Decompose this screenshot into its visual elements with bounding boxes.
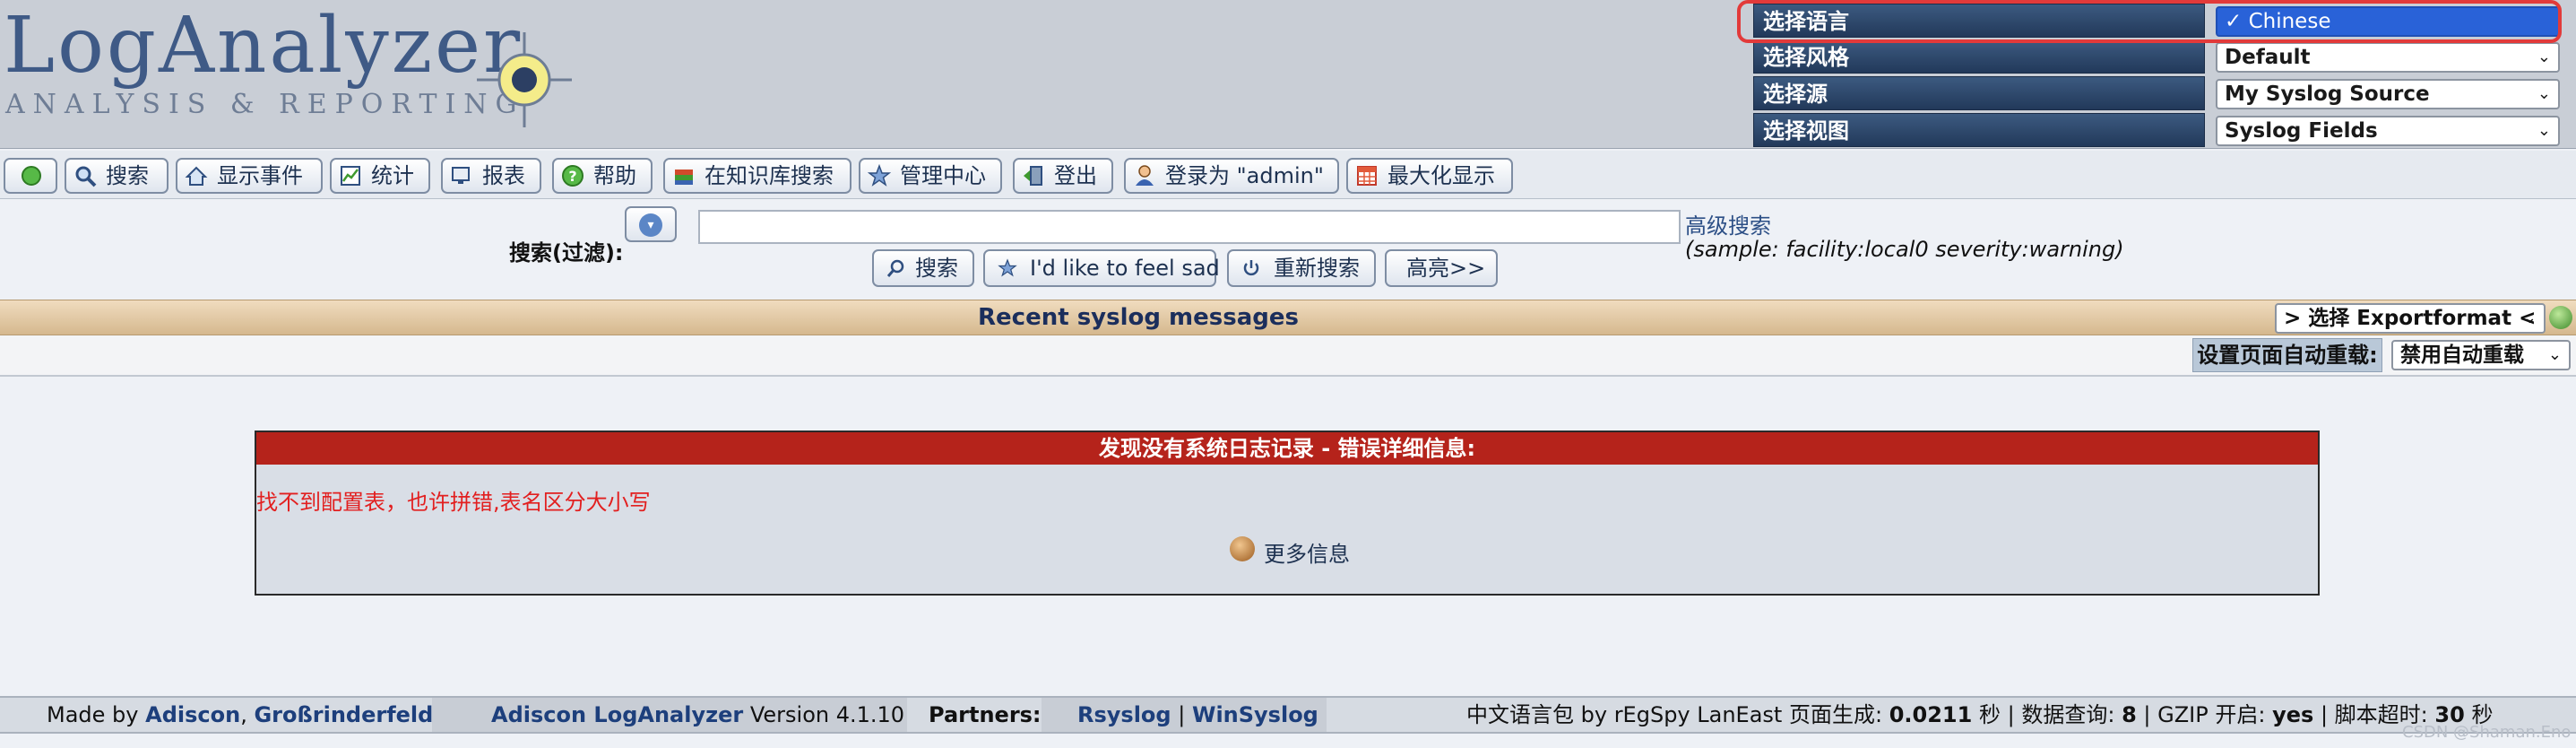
view-select[interactable]: Syslog Fields ⌄ xyxy=(2216,116,2560,146)
header: LogAnalyzer ANALYSIS & REPORTING 选择语言 ✓ … xyxy=(0,0,2576,149)
knowledge-base-search-button[interactable]: 在知识库搜索 xyxy=(663,158,851,194)
search-input[interactable] xyxy=(698,210,1681,244)
recent-messages-bar: Recent syslog messages > 选择 Exportformat… xyxy=(0,300,2576,335)
export-icon[interactable] xyxy=(2549,306,2572,329)
watermark: CSDN @Shaman.Eno xyxy=(2402,723,2572,742)
advanced-search-link[interactable]: 高级搜索 xyxy=(1685,208,1771,239)
db-query-count: 8 xyxy=(2122,702,2137,727)
footer-made-by: Made by Adiscon, Großrinderfeld xyxy=(47,702,434,727)
view-label: 选择视图 xyxy=(1753,113,2205,147)
star-icon xyxy=(998,258,1017,277)
style-selected-value: Default xyxy=(2225,46,2311,69)
footer-partners: Rsyslog | WinSyslog xyxy=(1042,698,1327,732)
source-select[interactable]: My Syslog Source ⌄ xyxy=(2216,79,2560,109)
export-format-value: > 选择 Exportformat < xyxy=(2284,307,2537,330)
auto-reload-label: 设置页面自动重载: xyxy=(2192,338,2382,372)
home-icon xyxy=(185,166,208,186)
error-panel: 发现没有系统日志记录 - 错误详细信息: 找不到配置表，也许拼错,表名区分大小写… xyxy=(255,431,2320,596)
style-setting-row: 选择风格 Default ⌄ xyxy=(1753,39,2560,74)
report-icon xyxy=(452,167,470,184)
partners-label: Partners: xyxy=(929,702,1042,727)
calendar-icon xyxy=(1357,166,1377,186)
footer-version: Adiscon LogAnalyzer Version 4.1.10 xyxy=(432,698,907,732)
style-label: 选择风格 xyxy=(1753,39,2205,74)
recent-messages-title: Recent syslog messages xyxy=(978,304,1299,331)
info-icon xyxy=(1230,536,1255,561)
gzip-status: yes xyxy=(2272,702,2314,727)
logout-button[interactable]: 登出 xyxy=(1013,158,1113,194)
rsyslog-link[interactable]: Rsyslog xyxy=(1077,702,1171,727)
language-highlight-box xyxy=(1737,0,2562,43)
export-format-select[interactable]: > 选择 Exportformat < ⌄ xyxy=(2275,303,2546,334)
auto-reload-select[interactable]: 禁用自动重载 ⌄ xyxy=(2391,340,2571,370)
loganalyzer-logo[interactable]: LogAnalyzer ANALYSIS & REPORTING xyxy=(4,5,577,140)
svg-text:?: ? xyxy=(568,168,576,185)
chevron-down-icon: ⌄ xyxy=(2547,345,2562,364)
feel-sad-button[interactable]: I'd like to feel sad xyxy=(983,249,1220,287)
footer-stats: 中文语言包 by rEgSpy LanEast 页面生成: 0.0211 秒 |… xyxy=(1466,702,2494,727)
chevron-down-icon: ⌄ xyxy=(2537,84,2551,103)
crosshair-logo-icon xyxy=(477,32,572,127)
magnifier-icon xyxy=(75,166,97,187)
help-button[interactable]: ? 帮助 xyxy=(552,158,653,194)
source-selected-value: My Syslog Source xyxy=(2225,83,2430,106)
logout-icon xyxy=(1024,166,1042,186)
main-toolbar: 搜索 显示事件 统计 报表 ? 帮助 在知识库搜索 管理中心 登出 登录为 "a… xyxy=(0,151,2576,199)
reports-button[interactable]: 报表 xyxy=(441,158,541,194)
highlight-button[interactable]: 高亮>> xyxy=(1385,249,1498,287)
source-label: 选择源 xyxy=(1753,76,2205,110)
search-sample-text: (sample: facility:local0 severity:warnin… xyxy=(1685,237,2124,262)
error-title: 发现没有系统日志记录 - 错误详细信息: xyxy=(256,432,2318,465)
search-button[interactable]: 搜索 xyxy=(872,249,974,287)
grossrinderfeld-link[interactable]: Großrinderfeld xyxy=(254,702,433,727)
chart-icon xyxy=(341,166,360,186)
logo-subtitle: ANALYSIS & REPORTING xyxy=(5,89,525,120)
books-icon xyxy=(675,170,693,185)
more-info-link[interactable]: 更多信息 xyxy=(1230,536,1350,568)
search-filter-label: 搜索(过滤): xyxy=(509,240,624,265)
help-icon: ? xyxy=(562,165,583,187)
user-icon xyxy=(1136,165,1154,186)
star-icon xyxy=(868,164,891,187)
loganalyzer-link[interactable]: Adiscon LogAnalyzer xyxy=(491,702,743,727)
maximize-view-button[interactable]: 最大化显示 xyxy=(1346,158,1513,194)
statistics-button[interactable]: 统计 xyxy=(330,158,430,194)
search-nav-button[interactable]: 搜索 xyxy=(65,158,169,194)
source-setting-row: 选择源 My Syslog Source ⌄ xyxy=(1753,76,2560,110)
chevron-down-icon: ▾ xyxy=(639,213,662,237)
green-dot-icon xyxy=(22,166,41,186)
error-message: 找不到配置表，也许拼错,表名区分大小写 xyxy=(256,490,651,515)
chevron-down-icon: ⌄ xyxy=(2537,48,2551,66)
show-events-button[interactable]: 显示事件 xyxy=(176,158,323,194)
chevron-down-icon: ⌄ xyxy=(2522,309,2537,327)
view-selected-value: Syslog Fields xyxy=(2225,119,2378,143)
logged-in-user-button[interactable]: 登录为 "admin" xyxy=(1124,158,1339,194)
power-icon xyxy=(1243,260,1259,276)
magnifier-icon xyxy=(886,259,904,277)
admin-center-button[interactable]: 管理中心 xyxy=(859,158,1002,194)
search-history-dropdown[interactable]: ▾ xyxy=(625,206,677,242)
style-select[interactable]: Default ⌄ xyxy=(2216,42,2560,73)
view-setting-row: 选择视图 Syslog Fields ⌄ xyxy=(1753,113,2560,147)
auto-reload-bar: 设置页面自动重载: 禁用自动重载 ⌄ xyxy=(0,335,2576,377)
winsyslog-link[interactable]: WinSyslog xyxy=(1192,702,1318,727)
page-generation-time: 0.0211 xyxy=(1889,702,1973,727)
footer: Made by Adiscon, Großrinderfeld Adiscon … xyxy=(0,696,2576,734)
reset-search-button[interactable]: 重新搜索 xyxy=(1227,249,1376,287)
auto-reload-value: 禁用自动重载 xyxy=(2400,344,2524,367)
logo-title: LogAnalyzer xyxy=(4,1,523,91)
home-button[interactable] xyxy=(4,158,57,194)
adiscon-link[interactable]: Adiscon xyxy=(145,702,240,727)
chevron-down-icon: ⌄ xyxy=(2537,121,2551,140)
